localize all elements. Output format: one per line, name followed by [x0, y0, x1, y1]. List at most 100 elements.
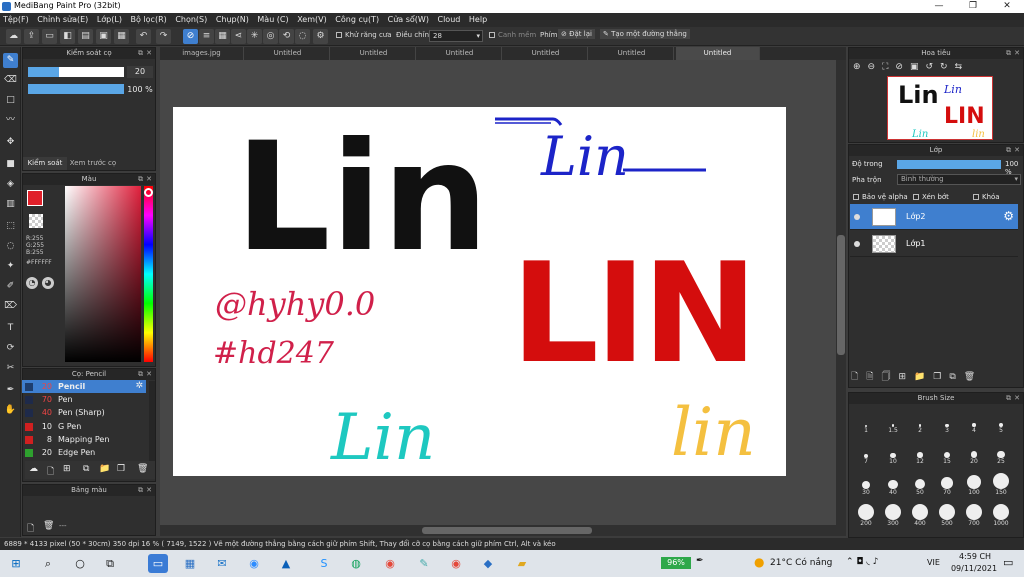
brush-size-option[interactable]: 300 [880, 504, 906, 527]
fit-icon[interactable]: ⛶ [882, 62, 895, 72]
brush-size-option[interactable]: 1000 [988, 504, 1014, 527]
feather-icon[interactable]: ✒ [696, 556, 704, 566]
duplicate-brush-icon[interactable]: ❐ [117, 464, 125, 474]
brush-size-option[interactable]: 40 [880, 473, 906, 496]
antialias-checkbox[interactable]: Khử răng cưa [336, 31, 392, 39]
horizontal-scrollbar[interactable] [160, 525, 846, 536]
maximize-button[interactable]: ❐ [956, 0, 990, 13]
brush-item[interactable]: 70 Pen [22, 393, 146, 406]
secondary-color-swatch[interactable] [29, 214, 43, 228]
close-icon[interactable]: ✕ [1014, 48, 1020, 59]
close-icon[interactable]: ✕ [146, 48, 152, 59]
brush-size-option[interactable]: 100 [961, 473, 987, 496]
clip-checkbox[interactable]: Xén bớt [913, 193, 949, 201]
speech-icon[interactable]: ◧ [60, 29, 75, 44]
menu-color[interactable]: Màu (C) [254, 13, 291, 27]
pin-icon[interactable]: ⧉ [138, 369, 143, 380]
tab-untitled[interactable]: Untitled [332, 47, 416, 60]
brush-size-option[interactable]: 200 [853, 504, 879, 527]
actual-size-icon[interactable]: ▣ [910, 62, 926, 72]
close-icon[interactable]: ✕ [146, 174, 152, 185]
brush-item[interactable]: 20 Pencil ✲ [22, 380, 146, 393]
visibility-icon[interactable] [854, 214, 860, 220]
pin-icon[interactable]: ⧉ [138, 174, 143, 185]
close-button[interactable]: ✕ [990, 0, 1024, 13]
cortana-icon[interactable]: ○ [70, 554, 90, 573]
drawing-canvas[interactable]: Lin Lin LIN @hyhy0.0 #hd247 Lin lin [173, 107, 786, 476]
close-icon[interactable]: ✕ [1014, 145, 1020, 156]
weather-text[interactable]: 21°C Có nắng [770, 558, 832, 568]
radial-snap-icon[interactable]: ✳ [247, 29, 262, 44]
size-value[interactable]: 20 [127, 66, 153, 78]
layer-row[interactable]: Lớp2 ⚙ [850, 204, 1018, 230]
select-tool-icon[interactable]: ⬚ [3, 219, 18, 234]
tab-untitled-active[interactable]: Untitled [676, 47, 760, 60]
brush-size-option[interactable]: 150 [988, 473, 1014, 496]
gear-icon[interactable]: ⚙ [1003, 209, 1014, 223]
layer-opacity-slider[interactable] [897, 160, 1001, 169]
brush-size-option[interactable]: 1.5 [880, 411, 906, 434]
undo-icon[interactable]: ↶ [136, 29, 151, 44]
tab-images[interactable]: images.jpg [160, 47, 244, 60]
medibang-icon[interactable]: ◆ [478, 554, 498, 573]
photos-icon[interactable]: ▲ [276, 554, 296, 573]
ellipse-snap-icon[interactable]: ◌ [295, 29, 310, 44]
add-brush-icon[interactable]: ⊞ [63, 464, 71, 474]
lock-checkbox[interactable]: Khóa [973, 193, 1000, 201]
zoom-fit-icon[interactable]: ⊘ [895, 62, 910, 72]
smooth-checkbox[interactable]: Canh mềm [489, 31, 536, 39]
brush-item[interactable]: 8 Mapping Pen [22, 433, 146, 446]
brush-size-option[interactable]: 30 [853, 473, 879, 496]
brush-size-option[interactable]: 15 [934, 442, 960, 465]
fill-tool-icon[interactable]: ◈ [3, 177, 18, 192]
brush-size-option[interactable]: 50 [907, 473, 933, 496]
close-icon[interactable]: ✕ [146, 369, 152, 380]
opacity-slider[interactable] [28, 84, 124, 94]
operation-tool-icon[interactable]: ⟳ [3, 341, 18, 356]
color-saturation-field[interactable] [65, 186, 141, 362]
text-tool-icon[interactable]: T [3, 321, 18, 336]
pin-icon[interactable]: ⧉ [138, 485, 143, 496]
tab-brush-preview[interactable]: Xem trước cọ [68, 157, 118, 170]
close-icon[interactable]: ✕ [1014, 393, 1020, 404]
pin-icon[interactable]: ⧉ [1006, 48, 1011, 59]
chrome-icon[interactable]: ◉ [380, 554, 400, 573]
add-layer-icon[interactable]: ⊞ [899, 372, 915, 382]
dot-tool-icon[interactable]: □ [3, 93, 18, 108]
color-picker-icon[interactable]: ◕ [42, 277, 54, 289]
menu-file[interactable]: Tệp(F) [0, 13, 32, 27]
tab-untitled[interactable]: Untitled [504, 47, 588, 60]
mail-icon[interactable]: ✉ [212, 554, 232, 573]
new-8bit-layer-icon[interactable]: 🗍 [882, 372, 899, 382]
horizontal-scroll-thumb[interactable] [422, 527, 592, 534]
brush-size-option[interactable]: 10 [880, 442, 906, 465]
new-palette-icon[interactable]: 🗋 [27, 521, 34, 537]
layer-trash-icon[interactable]: 🗑 [964, 372, 983, 382]
tab-untitled[interactable]: Untitled [418, 47, 502, 60]
visibility-icon[interactable] [854, 241, 860, 247]
duplicate-layer-icon[interactable]: ❐ [933, 372, 949, 382]
cloud-icon[interactable]: ☁ [6, 29, 21, 44]
brush-size-option[interactable]: 3 [934, 411, 960, 434]
blend-select[interactable]: Bình thường ▾ [897, 174, 1021, 185]
layer-row[interactable]: Lớp1 [850, 231, 1018, 257]
brush-size-option[interactable]: 25 [988, 442, 1014, 465]
menu-view[interactable]: Xem(V) [294, 13, 330, 27]
tab-brush-control[interactable]: Kiểm soát cọ [23, 157, 67, 180]
vanish-snap-icon[interactable]: ⋖ [231, 29, 246, 44]
minimize-button[interactable]: — [922, 0, 956, 13]
pin-icon[interactable]: ⧉ [1006, 145, 1011, 156]
pin-icon[interactable]: ⧉ [138, 48, 143, 59]
messenger-icon[interactable]: ▭ [148, 554, 168, 573]
trash-icon[interactable]: 🗑 [137, 464, 148, 474]
brush-size-option[interactable]: 7 [853, 442, 879, 465]
zoom-in-icon[interactable]: ⊕ [853, 62, 868, 72]
menu-filter[interactable]: Bộ lọc(R) [128, 13, 170, 27]
notification-icon[interactable]: ▭ [1003, 556, 1013, 569]
panel-icon[interactable]: ▤ [78, 29, 93, 44]
clock-time[interactable]: 4:59 CH [955, 552, 995, 561]
vertical-scroll-thumb[interactable] [837, 235, 845, 355]
task-view-icon[interactable]: ⧉ [100, 554, 120, 573]
menu-tools[interactable]: Công cụ(T) [332, 13, 382, 27]
trash-icon[interactable]: 🗑 [43, 521, 54, 531]
